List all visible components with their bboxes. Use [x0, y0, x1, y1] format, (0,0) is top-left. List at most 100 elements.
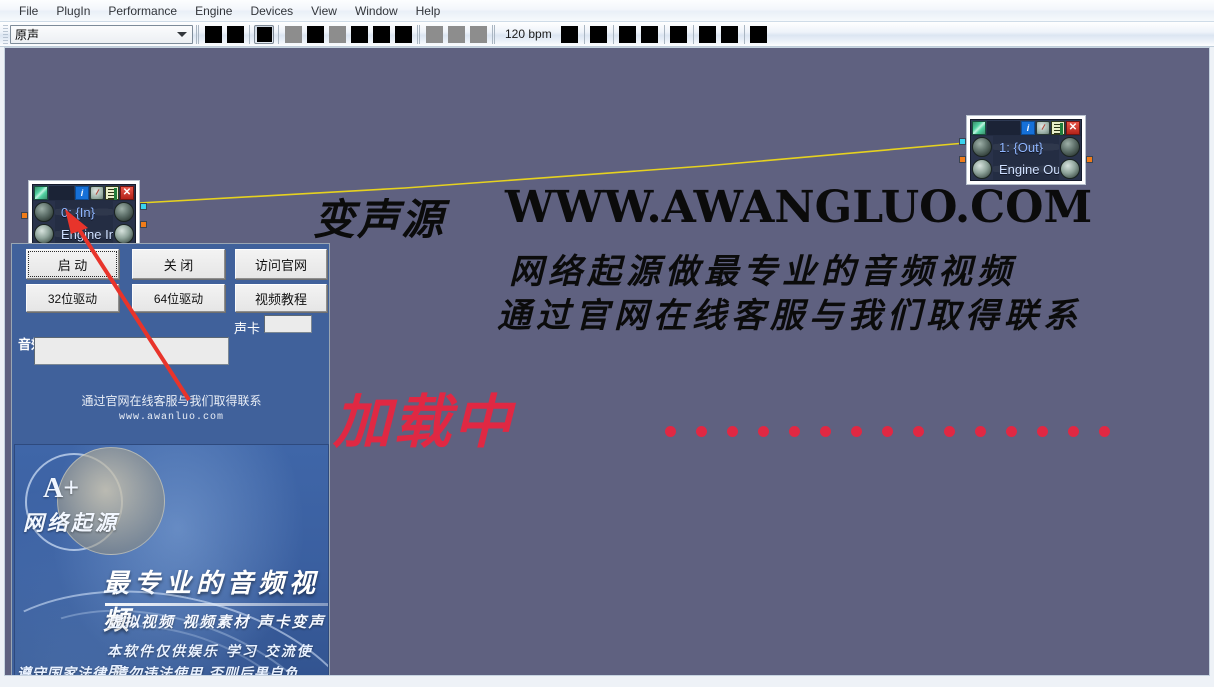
menu-item-window[interactable]: Window — [346, 2, 407, 20]
tool-browser-button[interactable] — [327, 25, 347, 44]
video-tutorial-button[interactable]: 视频教程 — [235, 284, 327, 312]
header-fill — [49, 186, 74, 200]
info-icon[interactable]: i — [1021, 121, 1035, 135]
editor-icon — [350, 25, 368, 43]
loop-icon — [590, 25, 608, 43]
output-pad-audio[interactable] — [140, 203, 147, 210]
menu-item-devices[interactable]: Devices — [241, 2, 302, 20]
module-engine-input[interactable]: i ✕ 0: {In} Engine I — [21, 181, 147, 249]
transport-stop-button[interactable] — [225, 25, 245, 44]
toolbar-separator — [692, 24, 694, 44]
tempo-display[interactable]: 120 bpm — [498, 25, 559, 44]
chevron-down-icon — [177, 32, 187, 37]
play-icon — [256, 26, 272, 42]
tool-metronome-button[interactable] — [560, 25, 580, 44]
undo-icon — [670, 25, 688, 43]
left-dial-2[interactable] — [34, 224, 54, 244]
left-dial[interactable] — [972, 137, 992, 157]
module-header: i ✕ — [33, 185, 135, 201]
close-button[interactable]: 关 闭 — [132, 249, 225, 279]
toolbar-separator — [612, 24, 614, 44]
list-icon[interactable] — [105, 186, 119, 200]
tool-mixer-button[interactable] — [305, 25, 325, 44]
tool-sampler-button[interactable] — [371, 25, 391, 44]
output-pad-midi[interactable] — [1086, 156, 1093, 163]
tool-settings-button[interactable] — [720, 25, 740, 44]
loading-dots — [665, 426, 1110, 437]
tool-snap-button[interactable] — [618, 25, 638, 44]
tool-automation-button[interactable] — [468, 25, 488, 44]
tool-midi-button[interactable] — [424, 25, 444, 44]
redo-icon — [699, 25, 717, 43]
application-window: File PlugIn Performance Engine Devices V… — [0, 0, 1214, 687]
soundcard-field[interactable] — [264, 315, 312, 333]
knob-icon[interactable] — [90, 186, 104, 200]
wave-icon[interactable] — [972, 121, 986, 135]
toolbar-grip[interactable] — [3, 24, 8, 44]
driver-32-button[interactable]: 32位驱动 — [26, 284, 119, 312]
menu-item-help[interactable]: Help — [407, 2, 450, 20]
module-engine-output-body: i ✕ 1: {Out} Engine O — [970, 119, 1082, 181]
loading-dot — [975, 426, 986, 437]
right-dial-2[interactable] — [114, 224, 134, 244]
menu-item-plugin[interactable]: PlugIn — [47, 2, 99, 20]
module-index-label: 1: {Out} — [999, 139, 1044, 155]
left-dial-2[interactable] — [972, 159, 992, 179]
transport-record-button[interactable] — [203, 25, 223, 44]
loading-dot — [665, 426, 676, 437]
watermark-brand: 变声源 — [313, 195, 446, 244]
input-pad-midi[interactable] — [21, 212, 28, 219]
preset-combo-value: 原声 — [15, 27, 40, 42]
left-dial[interactable] — [34, 202, 54, 222]
knob-icon[interactable] — [1036, 121, 1050, 135]
input-pad-audio[interactable] — [959, 138, 966, 145]
module-engine-input-body: i ✕ 0: {In} Engine I — [32, 184, 136, 246]
wave-icon[interactable] — [34, 186, 48, 200]
tool-undo-button[interactable] — [669, 25, 689, 44]
close-icon[interactable]: ✕ — [1066, 121, 1080, 135]
list-icon[interactable] — [1051, 121, 1065, 135]
menu-item-view[interactable]: View — [302, 2, 346, 20]
stop-icon — [226, 25, 244, 43]
info-icon[interactable]: i — [75, 186, 89, 200]
right-dial-2[interactable] — [1060, 159, 1080, 179]
input-pad-midi[interactable] — [959, 156, 966, 163]
module-title: Engine Output — [999, 161, 1059, 177]
right-dial[interactable] — [114, 202, 134, 222]
tool-rack-button[interactable] — [393, 25, 413, 44]
preset-combo[interactable]: 原声 — [10, 24, 193, 44]
tool-quantize-button[interactable] — [640, 25, 660, 44]
tool-redo-button[interactable] — [698, 25, 718, 44]
start-button[interactable]: 启 动 — [26, 249, 119, 279]
module-title: Engine Input — [61, 226, 113, 242]
loading-dot — [1068, 426, 1079, 437]
tool-help-button[interactable] — [749, 25, 769, 44]
soundcard-label: 声卡 — [234, 321, 261, 336]
record-icon — [204, 25, 222, 43]
sampler-icon — [372, 25, 390, 43]
effect-field[interactable] — [34, 337, 229, 365]
header-fill — [987, 121, 1020, 135]
output-pad-midi[interactable] — [140, 221, 147, 228]
module-engine-output[interactable]: i ✕ 1: {Out} Engine O — [959, 116, 1093, 184]
tool-arrange-button[interactable] — [283, 25, 303, 44]
toolbar: 原声 120 bpm — [0, 22, 1214, 47]
toolbar-separator — [417, 24, 420, 44]
close-icon[interactable]: ✕ — [120, 186, 134, 200]
routing-canvas[interactable]: 变声源 WWW.AWANGLUO.COM 网络起源做最专业的音频视频 通过官网在… — [4, 47, 1210, 676]
menu-item-performance[interactable]: Performance — [99, 2, 186, 20]
tool-audio-button[interactable] — [446, 25, 466, 44]
plugin-editor-panel[interactable]: 启 动 关 闭 访问官网 32位驱动 64位驱动 视频教程 声卡 音效 通过官网… — [11, 243, 330, 675]
transport-play-button[interactable] — [254, 24, 274, 44]
right-dial[interactable] — [1060, 137, 1080, 157]
module-header: i ✕ — [971, 120, 1081, 136]
menu-item-engine[interactable]: Engine — [186, 2, 241, 20]
mixer-icon — [306, 25, 324, 43]
contact-hint-cn: 通过官网在线客服与我们取得联系 — [81, 394, 262, 408]
tool-loop-button[interactable] — [589, 25, 609, 44]
arrange-icon — [284, 25, 302, 43]
visit-site-button[interactable]: 访问官网 — [235, 249, 327, 279]
tool-editor-button[interactable] — [349, 25, 369, 44]
driver-64-button[interactable]: 64位驱动 — [132, 284, 225, 312]
menu-item-file[interactable]: File — [10, 2, 47, 20]
